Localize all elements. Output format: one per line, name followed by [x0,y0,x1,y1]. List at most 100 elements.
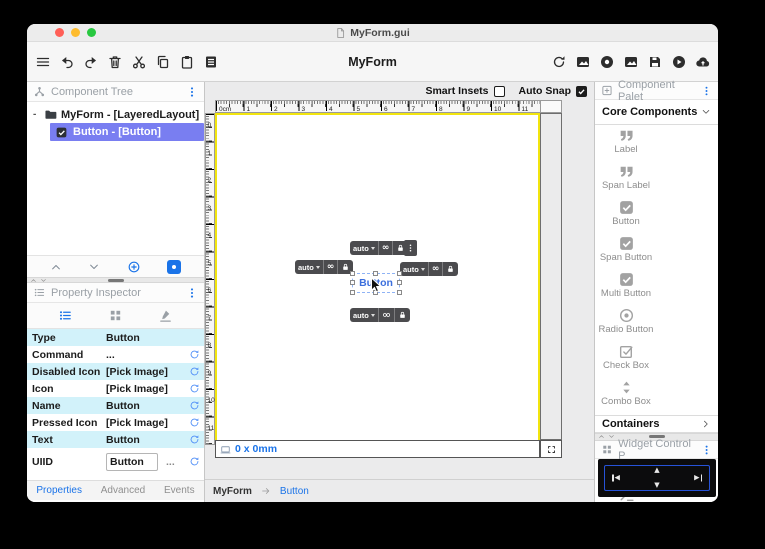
auto-snap-checkbox[interactable] [576,85,587,97]
widget-menu-kebab-icon[interactable] [701,443,712,457]
tab-events[interactable]: Events [164,485,195,496]
tab-advanced[interactable]: Advanced [101,485,145,496]
reset-property-icon[interactable] [189,383,200,394]
inset-right-auto-dropdown[interactable]: auto [400,262,428,276]
inset-bottom-link-button[interactable] [377,308,394,322]
property-value[interactable]: [Pick Image] [106,383,189,395]
property-value[interactable]: Button [106,332,200,344]
palette-item-check-box[interactable]: Check Box [595,341,657,377]
palette-item-combo-box[interactable]: Combo Box [595,377,657,413]
palette-item-label[interactable]: Label [595,125,657,161]
toolbar-right-group [551,42,711,82]
auto-snap-option[interactable]: Auto Snap [519,85,587,97]
palette-item-multi-button[interactable]: Multi Button [595,269,657,305]
canvas-vertical-scrollbar[interactable] [540,113,562,440]
locate-component-button[interactable] [166,259,181,274]
skip-end-button[interactable]: ▶ [694,474,702,482]
inset-top-auto-dropdown[interactable]: auto [350,241,378,255]
refresh-button[interactable] [551,54,567,70]
inset-right-infinity-button[interactable]: ∞ [427,262,443,276]
palette-item-span-button[interactable]: Span Button [595,233,657,269]
reset-property-icon[interactable] [189,400,200,411]
chevron-down-icon[interactable] [608,433,615,440]
resize-handle[interactable] [397,280,402,285]
property-row-uiid[interactable]: UIID... [27,448,204,475]
palette-item-button[interactable]: Button [595,197,657,233]
smart-insets-option[interactable]: Smart Insets [425,85,505,97]
section-core-components[interactable]: Core Components [595,100,718,125]
form-design-surface[interactable]: auto ∞ auto ∞ auto ∞ auto [215,113,540,445]
add-component-button[interactable] [127,260,141,274]
tab-style-view[interactable] [158,308,173,323]
property-row-name[interactable]: Name Button [27,397,204,414]
tree-menu-kebab-icon[interactable] [186,85,198,99]
image-button[interactable] [575,54,591,70]
property-value[interactable]: [Pick Image] [106,366,189,378]
tree-node-button[interactable]: Button - [Button] [50,123,204,141]
property-value[interactable]: [Pick Image] [106,417,189,429]
resize-handle[interactable] [397,271,402,276]
down-button[interactable]: ▼ [654,482,659,489]
property-row-text[interactable]: Text Button [27,431,204,448]
component-options-kebab-button[interactable] [404,240,417,256]
tab-list-view[interactable] [58,308,73,323]
resize-handle[interactable] [397,290,402,295]
inset-bottom-auto-dropdown[interactable]: auto [350,308,378,322]
palette-item-radio-button[interactable]: Radio Button [595,305,657,341]
widget-control-pad: ◀ ▲ ▼ ▶ [604,465,710,491]
record-button[interactable] [599,54,615,70]
property-row-pressed-icon[interactable]: Pressed Icon [Pick Image] [27,414,204,431]
resize-handle[interactable] [350,280,355,285]
property-value[interactable]: Button [106,434,189,446]
chevron-up-icon[interactable] [598,433,605,440]
inset-pill-right[interactable]: auto ∞ [400,262,459,276]
uiid-input[interactable] [106,452,158,471]
lock-icon [446,264,455,274]
tab-properties[interactable]: Properties [36,485,82,496]
resize-handle[interactable] [350,290,355,295]
tab-grid-view[interactable] [108,308,123,323]
reset-property-icon[interactable] [189,366,200,377]
property-value[interactable]: Button [106,400,189,412]
skip-start-button[interactable]: ◀ [612,474,620,482]
inset-right-lock-button[interactable] [442,262,458,276]
palette-item-span-label[interactable]: Span Label [595,161,657,197]
resize-handle[interactable] [350,271,355,276]
section-containers[interactable]: Containers [595,415,718,433]
reset-property-icon[interactable] [189,456,200,467]
expand-canvas-button[interactable] [540,440,562,458]
inset-left-infinity-button[interactable]: ∞ [322,260,338,274]
move-up-button[interactable] [50,261,62,273]
reset-property-icon[interactable] [189,417,200,428]
property-label: Text [32,433,53,446]
up-button[interactable]: ▲ [654,467,659,474]
reset-property-icon[interactable] [189,349,200,360]
property-row-type[interactable]: Type Button [27,329,204,346]
palette-menu-kebab-icon[interactable] [701,84,712,98]
property-menu-kebab-icon[interactable] [186,286,198,300]
property-row-disabled-icon[interactable]: Disabled Icon [Pick Image] [27,363,204,380]
breadcrumb-item-button[interactable]: Button [280,486,309,497]
property-row-command[interactable]: Command... [27,346,204,363]
inset-pill-left[interactable]: auto ∞ [295,260,354,274]
tree-node-myform[interactable]: - MyForm - [LayeredLayout] [27,106,204,123]
splitter-grip[interactable] [107,279,124,282]
smart-insets-checkbox[interactable] [493,85,505,97]
uiid-more-button[interactable]: ... [166,456,175,468]
save-button[interactable] [647,54,663,70]
inset-bottom-lock-button[interactable] [393,308,410,322]
image-button-2[interactable] [623,54,639,70]
resize-handle[interactable] [373,271,378,276]
play-button[interactable] [671,54,687,70]
property-row-icon[interactable]: Icon [Pick Image] [27,380,204,397]
inset-pill-bottom[interactable]: auto [350,308,410,322]
reset-property-icon[interactable] [189,434,200,445]
inset-pill-top[interactable]: auto ∞ [350,241,409,255]
property-value[interactable]: ... [106,349,189,361]
move-down-button[interactable] [88,261,100,273]
breadcrumb-item-myform[interactable]: MyForm [213,486,252,497]
inset-left-auto-dropdown[interactable]: auto [295,260,323,274]
cloud-upload-button[interactable] [695,54,711,70]
collapse-toggle[interactable]: - [33,109,40,120]
inset-top-infinity-button[interactable]: ∞ [377,241,393,255]
